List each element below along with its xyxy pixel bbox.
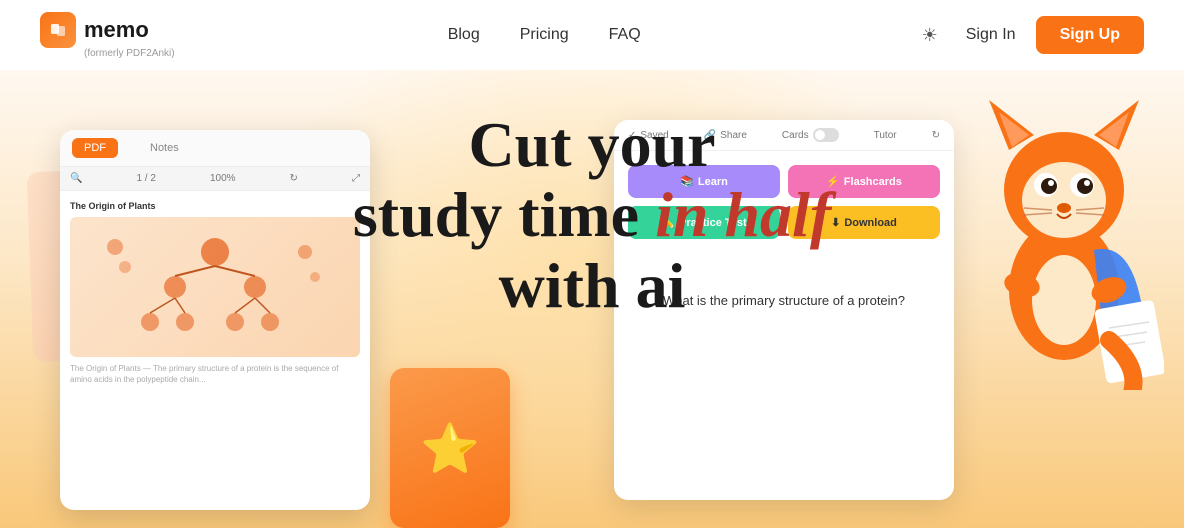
hero-text: Cut your study time in half with ai	[353, 110, 831, 321]
nav-pricing[interactable]: Pricing	[520, 26, 569, 44]
sign-up-button[interactable]: Sign Up	[1036, 16, 1144, 54]
logo-subtitle: (formerly PDF2Anki)	[84, 48, 175, 59]
logo-area: memo (formerly PDF2Anki)	[40, 12, 175, 59]
pdf-refresh-icon[interactable]: ↻	[290, 173, 298, 184]
hero-line1: Cut your	[353, 110, 831, 180]
pdf-tab-pdf[interactable]: PDF	[72, 138, 118, 158]
navbar: memo (formerly PDF2Anki) Blog Pricing FA…	[0, 0, 1184, 70]
nav-right: ☀ Sign In Sign Up	[914, 16, 1144, 54]
toolbar-refresh[interactable]: ↻	[932, 130, 940, 141]
toolbar-tutor: Tutor	[874, 130, 897, 141]
pdf-toolbar: 🔍 1 / 2 100% ↻ ⤢	[60, 167, 370, 191]
pdf-zoom: 100%	[210, 173, 236, 184]
flashcard-center: ⭐	[390, 368, 510, 528]
hero-section: PDF Notes 🔍 1 / 2 100% ↻ ⤢ The Origin of…	[0, 70, 1184, 528]
nav-links: Blog Pricing FAQ	[448, 26, 641, 44]
pdf-content: The Origin of Plants	[60, 191, 370, 395]
sign-in-button[interactable]: Sign In	[966, 26, 1016, 44]
hero-line2-italic: in half	[655, 179, 831, 250]
nav-blog[interactable]: Blog	[448, 26, 480, 44]
pdf-page-number: 1 / 2	[136, 173, 155, 184]
pdf-title: The Origin of Plants	[70, 201, 360, 211]
screenshot-left-front: PDF Notes 🔍 1 / 2 100% ↻ ⤢ The Origin of…	[60, 130, 370, 510]
logo-icon[interactable]	[40, 12, 76, 48]
pdf-toolbar-icon: 🔍	[70, 173, 82, 184]
nav-faq[interactable]: FAQ	[609, 26, 641, 44]
star-icon: ⭐	[420, 420, 480, 477]
logo-text: memo	[84, 17, 149, 43]
pdf-header: PDF Notes	[60, 130, 370, 167]
download-icon: ⬇	[831, 216, 840, 229]
theme-toggle-button[interactable]: ☀	[914, 19, 946, 51]
mascot	[964, 70, 1164, 390]
hero-line2-normal: study time	[353, 179, 655, 250]
hero-line2: study time in half	[353, 180, 831, 250]
pdf-tab-notes[interactable]: Notes	[138, 138, 191, 158]
pdf-text-content: The Origin of Plants — The primary struc…	[70, 363, 360, 385]
pdf-image	[70, 217, 360, 357]
hero-line3: with ai	[353, 251, 831, 321]
